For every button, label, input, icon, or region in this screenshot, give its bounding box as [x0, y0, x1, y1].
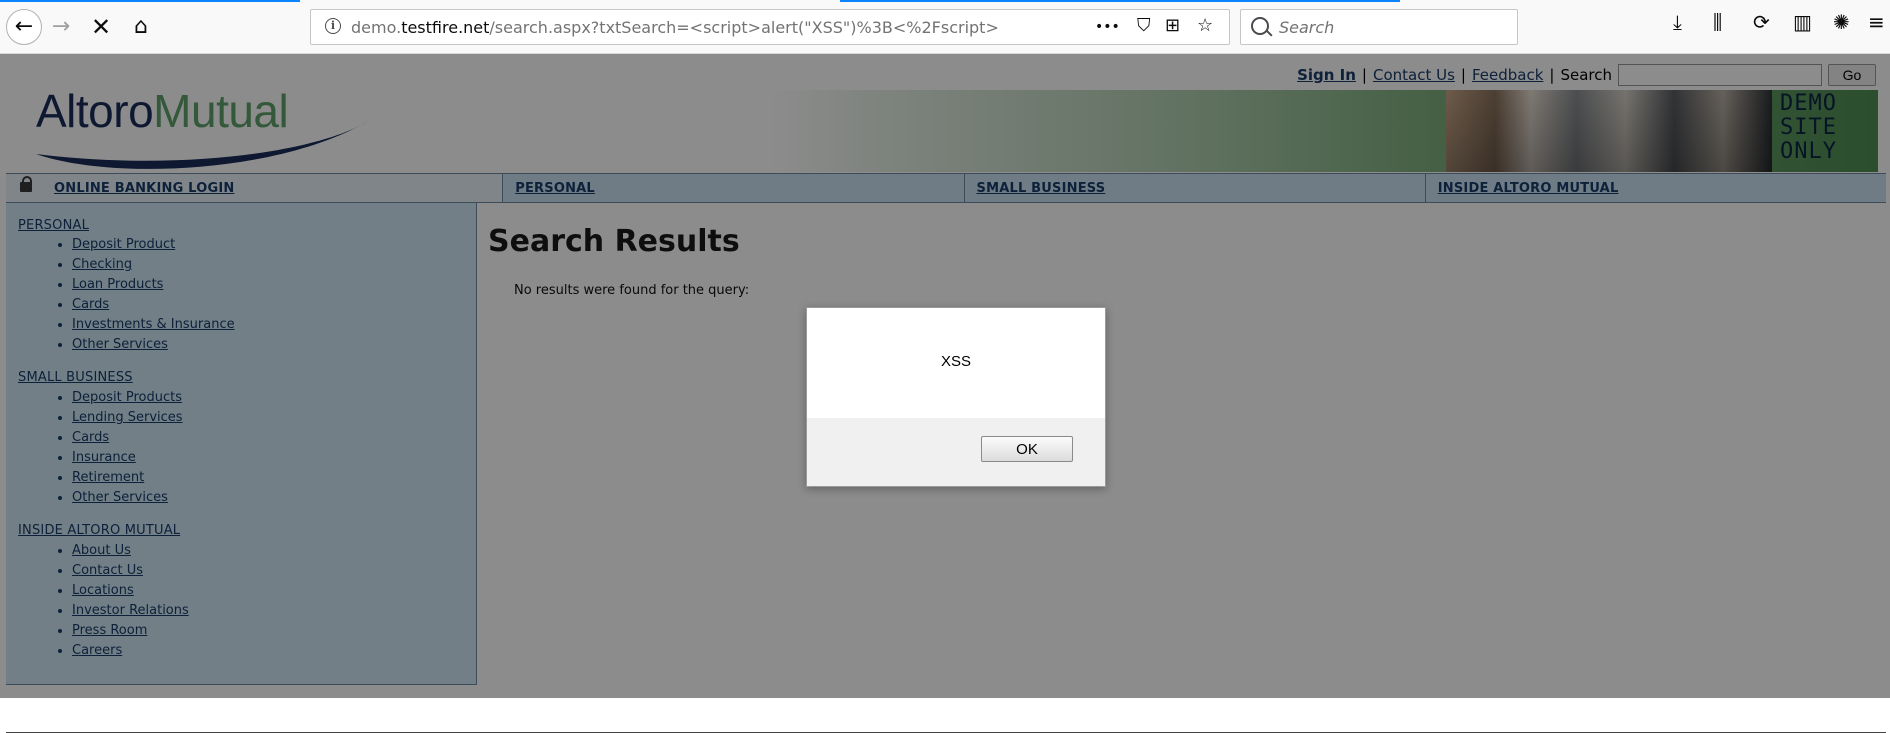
- pocket-icon[interactable]: ⛉: [1137, 15, 1151, 36]
- search-icon: [1251, 17, 1269, 35]
- ok-button[interactable]: OK: [981, 436, 1073, 462]
- back-button[interactable]: ←: [6, 9, 42, 45]
- download-icon[interactable]: ⤓: [1673, 12, 1682, 32]
- stop-button[interactable]: ✕: [86, 12, 116, 42]
- forward-arrow-icon: →: [51, 14, 71, 39]
- search-placeholder: Search: [1279, 18, 1335, 37]
- alert-message: XSS: [940, 353, 971, 370]
- browser-toolbar: ← → ✕ ⌂ i demo.testfire.net/search.aspx?…: [0, 0, 1890, 54]
- sidebar-icon[interactable]: ▥: [1793, 12, 1812, 32]
- alert-footer: OK: [807, 418, 1105, 486]
- tab-indicator: [840, 0, 1400, 2]
- forward-button[interactable]: →: [46, 12, 76, 42]
- address-bar[interactable]: i demo.testfire.net/search.aspx?txtSearc…: [310, 9, 1230, 45]
- menu-icon[interactable]: ≡: [1868, 12, 1885, 32]
- tab-indicator: [0, 0, 300, 2]
- back-arrow-icon: ←: [14, 14, 34, 39]
- library-icon[interactable]: ⫼: [1713, 12, 1722, 32]
- bookmark-star-icon[interactable]: ☆: [1197, 15, 1213, 36]
- close-icon: ✕: [90, 13, 112, 41]
- browser-search-field[interactable]: Search: [1240, 9, 1518, 45]
- url-text[interactable]: demo.testfire.net/search.aspx?txtSearch=…: [351, 18, 999, 37]
- extension-icon[interactable]: ✺: [1833, 12, 1850, 32]
- sync-icon[interactable]: ⟳: [1753, 12, 1770, 32]
- home-button[interactable]: ⌂: [126, 12, 156, 42]
- alert-dialog: XSS OK: [806, 307, 1106, 487]
- windows-icon[interactable]: ⊞: [1165, 15, 1180, 36]
- info-icon[interactable]: i: [325, 18, 341, 34]
- more-actions-icon[interactable]: •••: [1095, 19, 1120, 35]
- home-icon: ⌂: [134, 14, 148, 39]
